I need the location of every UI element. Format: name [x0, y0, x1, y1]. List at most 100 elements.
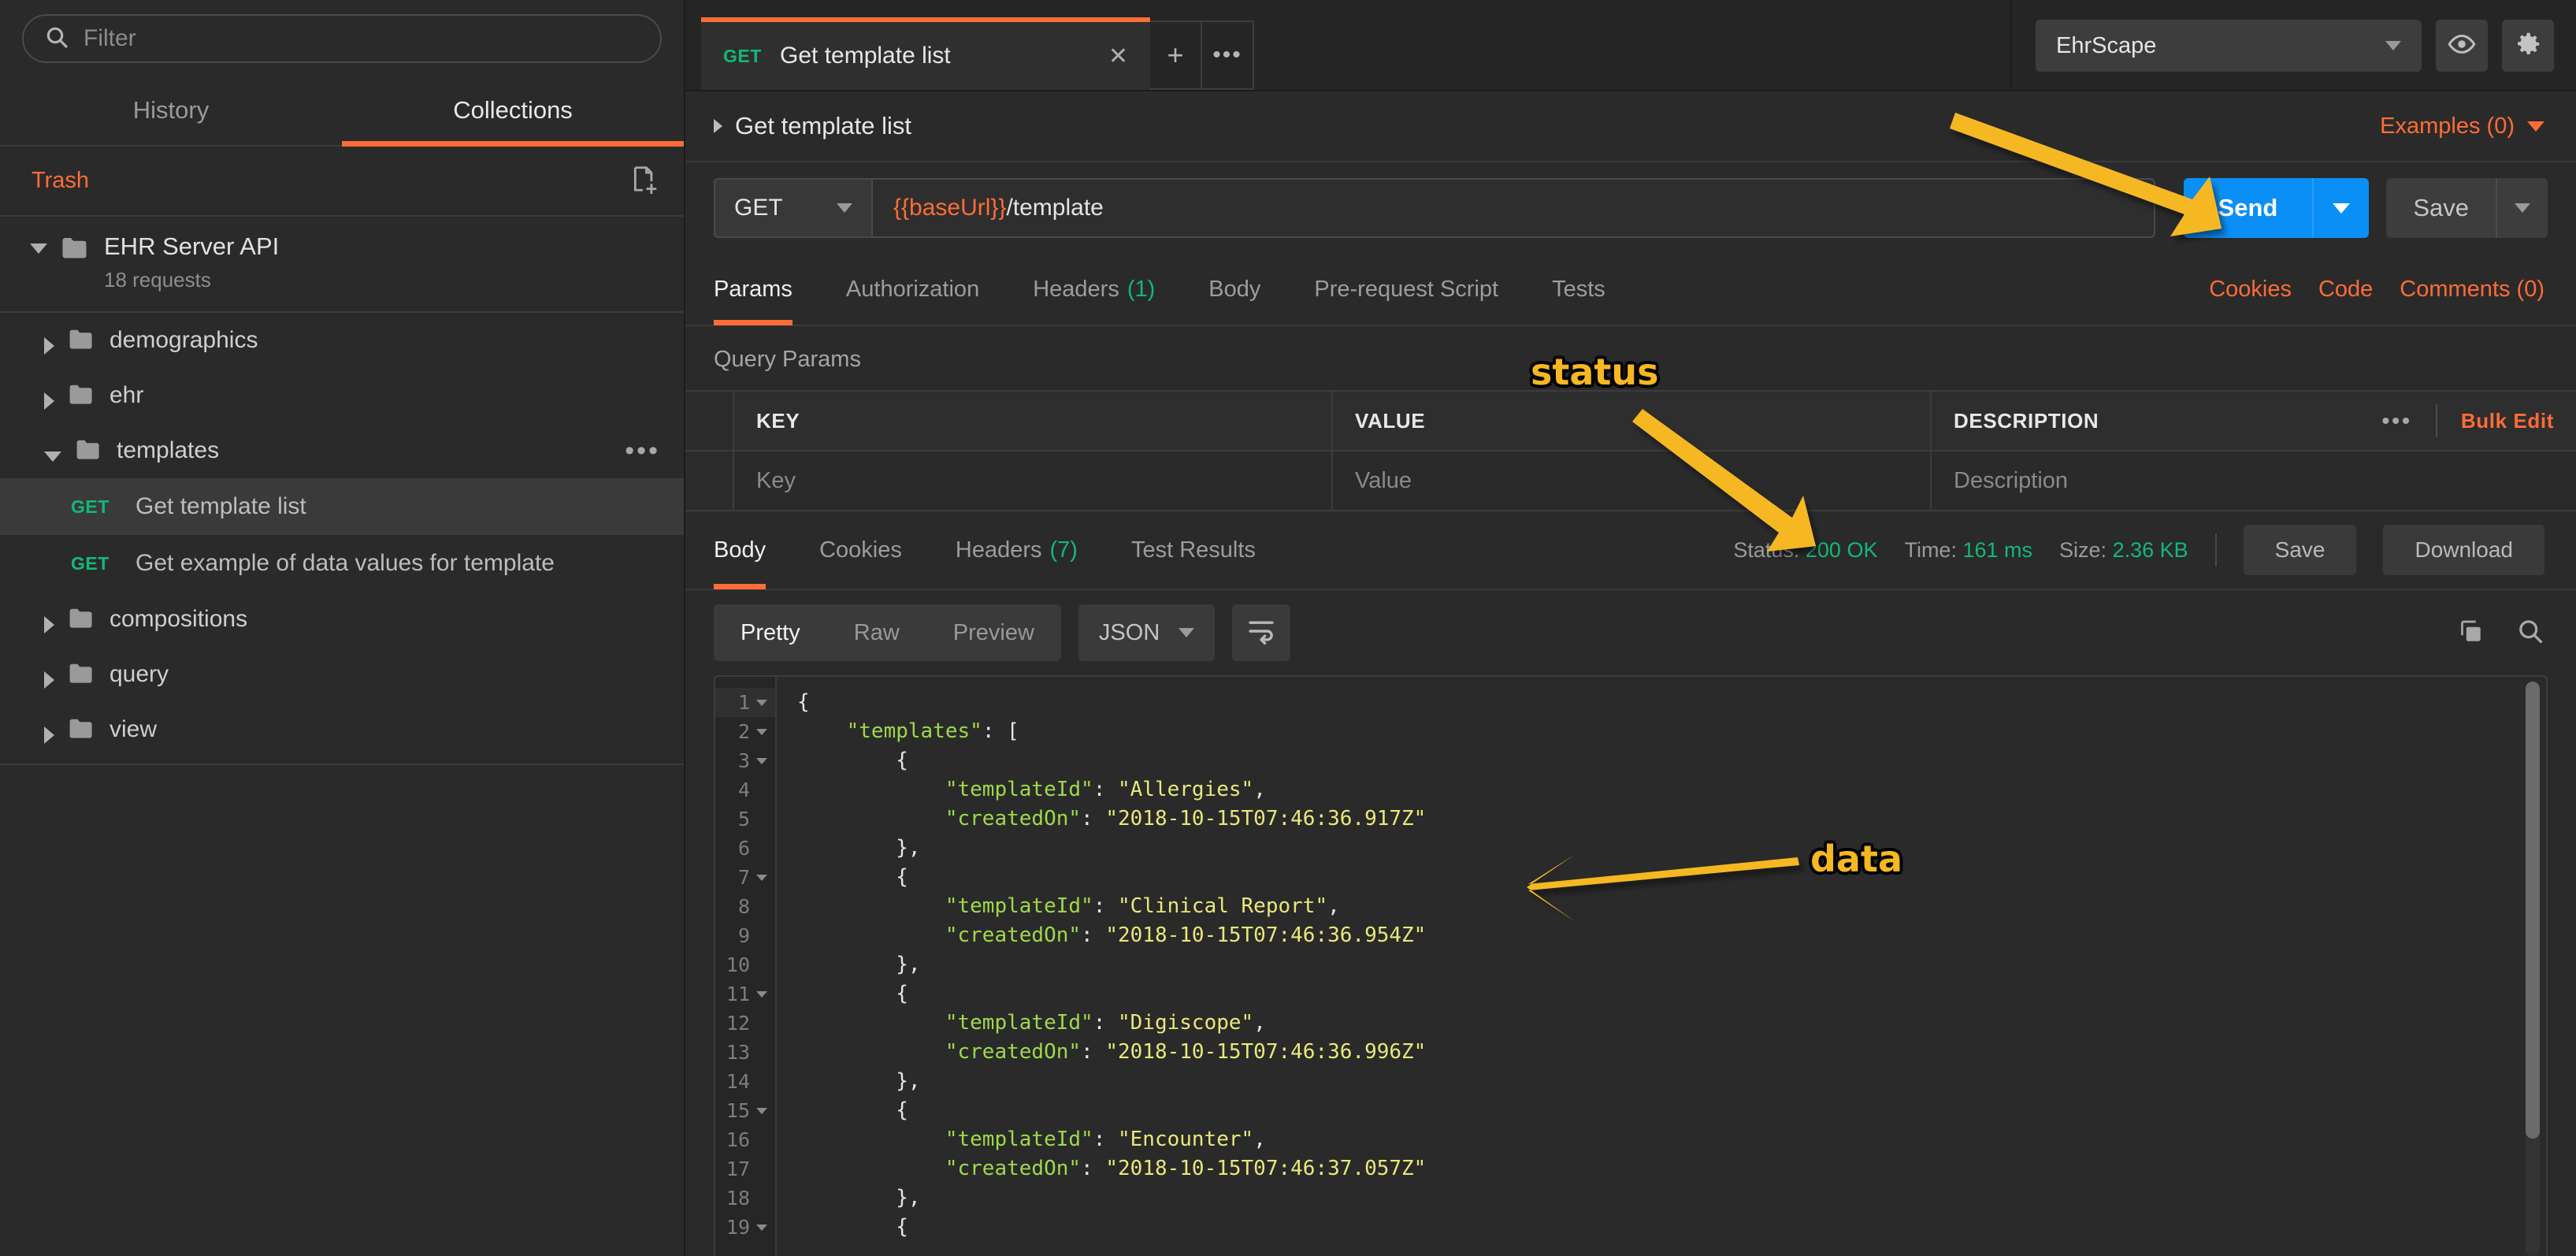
tab-tests[interactable]: Tests [1525, 253, 1632, 325]
cookies-link[interactable]: Cookies [2209, 277, 2292, 303]
send-options-button[interactable] [2312, 178, 2370, 238]
chevron-right-icon[interactable] [44, 337, 54, 355]
table-row[interactable]: Key Value Description [685, 451, 2576, 511]
request-tab-bar: GET Get template list ✕ + ••• EhrScape [685, 0, 2576, 91]
collection-request-count: 18 requests [104, 268, 211, 292]
response-body-toolbar: Pretty Raw Preview JSON [685, 590, 2576, 675]
view-mode-preview[interactable]: Preview [926, 604, 1061, 661]
code-scrollbar-thumb[interactable] [2526, 682, 2540, 1139]
fold-caret-icon[interactable] [756, 728, 767, 735]
line-number: 18 [726, 1187, 750, 1210]
response-tab-cookies[interactable]: Cookies [792, 511, 929, 589]
chevron-down-icon[interactable] [44, 451, 61, 462]
response-tab-test-results[interactable]: Test Results [1104, 511, 1282, 589]
response-body-code[interactable]: { "templates": [ { "templateId": "Allerg… [777, 677, 2546, 1256]
tab-history[interactable]: History [0, 79, 342, 145]
chevron-right-icon[interactable] [714, 119, 722, 133]
chevron-right-icon[interactable] [44, 616, 54, 634]
request-url-row: GET {{baseUrl}}/template Send Save [685, 162, 2576, 254]
trash-row: Trash [0, 147, 684, 217]
sidebar-folder-templates[interactable]: templates ••• [0, 423, 684, 478]
save-options-button[interactable] [2496, 178, 2548, 238]
request-config-tabs: Params Authorization Headers (1) Body Pr… [685, 254, 2576, 326]
select-all-checkbox-cell[interactable] [685, 392, 734, 451]
filter-box[interactable] [22, 14, 662, 63]
sidebar-request-get-example-data-values[interactable]: GET Get example of data values for templ… [0, 535, 684, 592]
url-input[interactable]: {{baseUrl}}/template [871, 178, 2155, 238]
chevron-right-icon[interactable] [44, 392, 54, 410]
line-number: 9 [737, 924, 750, 947]
sidebar-folder-ehr[interactable]: ehr [0, 368, 684, 423]
save-request-button[interactable]: Save [2386, 178, 2548, 238]
code-link[interactable]: Code [2318, 277, 2373, 303]
sidebar-folder-compositions[interactable]: compositions [0, 592, 684, 647]
tab-label: Authorization [845, 276, 980, 302]
key-input[interactable]: Key [734, 451, 1333, 511]
tab-pre-request-script[interactable]: Pre-request Script [1287, 253, 1525, 325]
trash-link[interactable]: Trash [32, 168, 89, 194]
comments-link[interactable]: Comments (0) [2400, 277, 2544, 303]
new-collection-icon[interactable] [630, 164, 660, 198]
folder-icon [69, 383, 95, 409]
code-line: { [797, 749, 908, 772]
settings-button[interactable] [2502, 20, 2554, 72]
search-icon [44, 24, 69, 54]
fold-caret-icon[interactable] [756, 874, 767, 881]
examples-dropdown[interactable]: Examples (0) [2380, 113, 2544, 139]
sidebar-request-get-template-list[interactable]: GET Get template list [0, 478, 684, 535]
fold-caret-icon[interactable] [756, 990, 767, 998]
copy-icon[interactable] [2456, 617, 2485, 649]
chevron-right-icon[interactable] [44, 671, 54, 689]
sidebar-folder-label: query [109, 661, 169, 687]
tab-params[interactable]: Params [714, 253, 819, 325]
search-icon[interactable] [2516, 617, 2544, 649]
line-number: 1 [715, 688, 775, 717]
collection-root[interactable]: EHR Server API 18 requests [0, 217, 684, 313]
sidebar: History Collections Trash EHR Server API [0, 0, 685, 1256]
environment-selector[interactable]: EhrScape [2036, 20, 2422, 72]
response-body-viewer[interactable]: 1 2 3 4 5 6 7 8 9 10 11 12 13 14 15 16 17 18 19 { "templat… [714, 675, 2548, 1256]
tab-label: Body [714, 537, 766, 563]
response-tab-body[interactable]: Body [714, 511, 792, 589]
environment-quick-look-button[interactable] [2436, 20, 2488, 72]
folder-more-icon[interactable]: ••• [625, 437, 660, 464]
examples-label: Examples (0) [2380, 113, 2515, 139]
fold-caret-icon[interactable] [756, 757, 767, 764]
send-button[interactable]: Send [2183, 178, 2370, 238]
bulk-edit-link[interactable]: Bulk Edit [2461, 409, 2554, 433]
tab-headers[interactable]: Headers (1) [1006, 253, 1182, 325]
view-mode-pretty[interactable]: Pretty [714, 604, 827, 661]
save-response-button[interactable]: Save [2243, 525, 2357, 575]
fold-caret-icon[interactable] [756, 1224, 767, 1231]
tab-body[interactable]: Body [1182, 253, 1287, 325]
tab-collections[interactable]: Collections [342, 79, 684, 147]
tab-options-icon[interactable]: ••• [1202, 20, 1254, 90]
sidebar-folder-query[interactable]: query [0, 647, 684, 702]
response-tab-headers[interactable]: Headers (7) [929, 511, 1104, 589]
tab-authorization[interactable]: Authorization [819, 253, 1006, 325]
search-input[interactable] [84, 25, 640, 52]
open-tab-get-template-list[interactable]: GET Get template list ✕ [701, 17, 1150, 90]
page-title: Get template list [735, 112, 911, 139]
description-input[interactable]: Description [1932, 451, 2576, 511]
close-icon[interactable]: ✕ [1108, 43, 1128, 70]
fold-caret-icon[interactable] [756, 699, 767, 706]
row-checkbox-cell[interactable] [685, 451, 734, 511]
sidebar-folder-view[interactable]: view [0, 702, 684, 757]
sidebar-folder-demographics[interactable]: demographics [0, 313, 684, 368]
code-line: "createdOn": "2018-10-15T07:46:37.057Z" [945, 1157, 1427, 1180]
download-response-button[interactable]: Download [2383, 525, 2544, 575]
code-line: }, [797, 836, 921, 860]
fold-caret-icon[interactable] [756, 1107, 767, 1114]
new-tab-button[interactable]: + [1150, 20, 1202, 90]
method-selector[interactable]: GET [714, 178, 871, 238]
value-input[interactable]: Value [1333, 451, 1932, 511]
view-mode-raw[interactable]: Raw [827, 604, 926, 661]
chevron-down-icon[interactable] [30, 243, 47, 254]
sidebar-folder-label: view [109, 716, 158, 742]
chevron-right-icon[interactable] [44, 726, 54, 744]
tab-label: Body [1208, 276, 1261, 302]
params-more-icon[interactable]: ••• [2382, 410, 2412, 432]
response-format-selector[interactable]: JSON [1078, 604, 1216, 661]
wrap-lines-button[interactable] [1232, 604, 1291, 661]
